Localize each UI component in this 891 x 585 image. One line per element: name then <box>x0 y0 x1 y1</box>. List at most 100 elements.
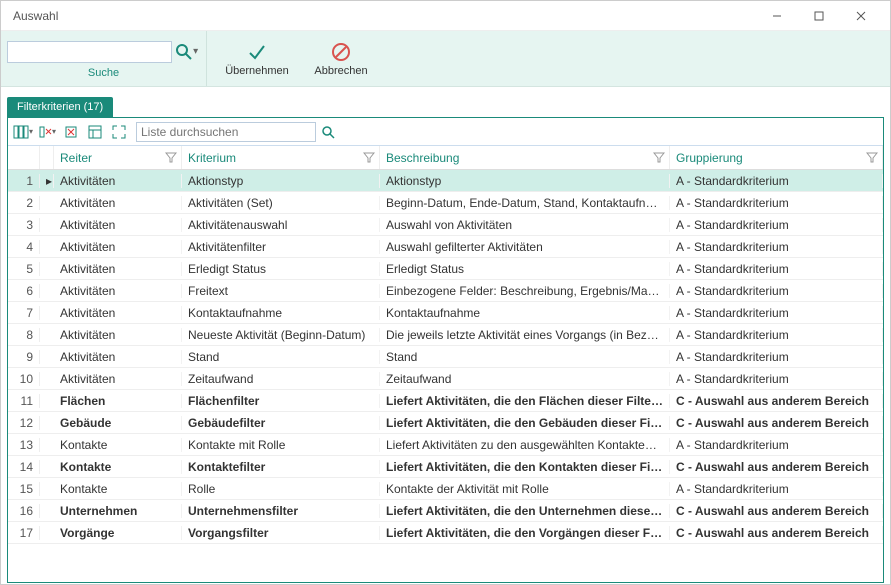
cell-kriterium: Kontaktefilter <box>182 460 380 474</box>
cancel-label: Abbrechen <box>314 65 367 77</box>
cell-reiter: Vorgänge <box>54 526 182 540</box>
table-row[interactable]: 13KontakteKontakte mit RolleLiefert Akti… <box>8 434 883 456</box>
search-group: ▾ Suche <box>1 31 207 86</box>
table-row[interactable]: 6AktivitätenFreitextEinbezogene Felder: … <box>8 280 883 302</box>
row-number: 7 <box>8 306 40 320</box>
cell-kriterium: Kontakte mit Rolle <box>182 438 380 452</box>
table-row[interactable]: 14 KontakteKontaktefilterLiefert Aktivitä… <box>8 456 883 478</box>
close-button[interactable] <box>840 3 882 29</box>
accept-label: Übernehmen <box>225 65 289 77</box>
cell-kriterium: Gebäudefilter <box>182 416 380 430</box>
row-number: 1 <box>8 174 40 188</box>
cell-reiter: Kontakte <box>54 460 182 474</box>
cell-kriterium: Freitext <box>182 284 380 298</box>
table-row[interactable]: 7AktivitätenKontaktaufnahmeKontaktaufnah… <box>8 302 883 324</box>
row-number: 4 <box>8 240 40 254</box>
cell-gruppierung: A - Standardkriterium <box>670 218 883 232</box>
cell-gruppierung: A - Standardkriterium <box>670 284 883 298</box>
row-number: 17 <box>8 526 40 540</box>
cell-beschreibung: Liefert Aktivitäten zu den ausgewählten … <box>380 438 670 452</box>
row-number: 15 <box>8 482 40 496</box>
cell-gruppierung: A - Standardkriterium <box>670 372 883 386</box>
layout-icon[interactable] <box>84 121 106 143</box>
row-number: 9 <box>8 350 40 364</box>
cell-reiter: Aktivitäten <box>54 262 182 276</box>
row-number: 3 <box>8 218 40 232</box>
table-row[interactable]: 9AktivitätenStandStandA - Standardkriter… <box>8 346 883 368</box>
cell-beschreibung: Einbezogene Felder: Beschreibung, Ergebn… <box>380 284 670 298</box>
cell-gruppierung: A - Standardkriterium <box>670 350 883 364</box>
search-dropdown-icon[interactable]: ▾ <box>193 46 200 57</box>
header-beschreibung[interactable]: Beschreibung <box>380 146 670 169</box>
grid-search-input[interactable] <box>136 122 316 142</box>
header-beschreibung-label: Beschreibung <box>386 151 459 165</box>
cell-beschreibung: Liefert Aktivitäten, die den Kontakten d… <box>380 460 670 474</box>
maximize-button[interactable] <box>798 3 840 29</box>
cell-beschreibung: Liefert Aktivitäten, die den Vorgängen d… <box>380 526 670 540</box>
filter-icon[interactable] <box>363 151 375 163</box>
filter-icon[interactable] <box>653 151 665 163</box>
tab-filterkriterien[interactable]: Filterkriterien (17) <box>7 97 113 117</box>
header-kriterium-label: Kriterium <box>188 151 236 165</box>
accept-button[interactable]: Übernehmen <box>215 31 299 86</box>
table-row[interactable]: 5AktivitätenErledigt StatusErledigt Stat… <box>8 258 883 280</box>
cell-beschreibung: Zeitaufwand <box>380 372 670 386</box>
table-row[interactable]: 11FlächenFlächenfilterLiefert Aktivitäte… <box>8 390 883 412</box>
cell-kriterium: Vorgangsfilter <box>182 526 380 540</box>
cell-reiter: Unternehmen <box>54 504 182 518</box>
table-row[interactable]: 3AktivitätenAktivitätenauswahlAuswahl vo… <box>8 214 883 236</box>
minimize-button[interactable] <box>756 3 798 29</box>
cell-reiter: Aktivitäten <box>54 196 182 210</box>
cell-kriterium: Unternehmensfilter <box>182 504 380 518</box>
cell-beschreibung: Kontaktaufnahme <box>380 306 670 320</box>
cancel-icon <box>330 41 352 63</box>
grid-body[interactable]: 1▸AktivitätenAktionstypAktionstypA - Sta… <box>8 170 883 582</box>
cell-gruppierung: A - Standardkriterium <box>670 174 883 188</box>
grid-search-icon[interactable] <box>318 125 338 139</box>
table-row[interactable]: 15KontakteRolleKontakte der Aktivität mi… <box>8 478 883 500</box>
cell-kriterium: Flächenfilter <box>182 394 380 408</box>
cell-reiter: Kontakte <box>54 438 182 452</box>
grid: ▾ ▾ Reiter Kriterium Beschreibung Gruppi… <box>7 117 884 583</box>
table-row[interactable]: 2AktivitätenAktivitäten (Set)Beginn-Datu… <box>8 192 883 214</box>
columns-icon[interactable]: ▾ <box>12 121 34 143</box>
tab-strip: Filterkriterien (17) <box>7 93 884 117</box>
row-number: 14 <box>8 460 40 474</box>
expand-icon[interactable] <box>108 121 130 143</box>
remove-column-icon[interactable]: ▾ <box>36 121 58 143</box>
cancel-button[interactable]: Abbrechen <box>299 31 383 86</box>
cell-gruppierung: A - Standardkriterium <box>670 196 883 210</box>
search-input[interactable] <box>7 41 172 63</box>
cell-reiter: Aktivitäten <box>54 284 182 298</box>
header-reiter[interactable]: Reiter <box>54 146 182 169</box>
row-number: 2 <box>8 196 40 210</box>
toolbar: ▾ Suche Übernehmen Abbrechen <box>1 31 890 87</box>
cell-gruppierung: A - Standardkriterium <box>670 328 883 342</box>
cell-beschreibung: Kontakte der Aktivität mit Rolle <box>380 482 670 496</box>
cell-gruppierung: A - Standardkriterium <box>670 438 883 452</box>
table-row[interactable]: 10AktivitätenZeitaufwandZeitaufwandA - S… <box>8 368 883 390</box>
cell-kriterium: Zeitaufwand <box>182 372 380 386</box>
cell-reiter: Aktivitäten <box>54 306 182 320</box>
header-gruppierung[interactable]: Gruppierung <box>670 146 883 169</box>
filter-icon[interactable] <box>866 151 878 163</box>
filter-icon[interactable] <box>165 151 177 163</box>
table-row[interactable]: 4AktivitätenAktivitätenfilterAuswahl gef… <box>8 236 883 258</box>
grid-header: Reiter Kriterium Beschreibung Gruppierun… <box>8 146 883 170</box>
table-row[interactable]: 16UnternehmenUnternehmensfilterLiefert A… <box>8 500 883 522</box>
cell-reiter: Kontakte <box>54 482 182 496</box>
cell-beschreibung: Die jeweils letzte Aktivität eines Vorga… <box>380 328 670 342</box>
table-row[interactable]: 8AktivitätenNeueste Aktivität (Beginn-Da… <box>8 324 883 346</box>
header-rownum <box>8 146 40 169</box>
search-icon[interactable] <box>174 39 193 65</box>
table-row[interactable]: 17 VorgängeVorgangsfilterLiefert Aktivitä… <box>8 522 883 544</box>
header-kriterium[interactable]: Kriterium <box>182 146 380 169</box>
cell-beschreibung: Aktionstyp <box>380 174 670 188</box>
cell-beschreibung: Auswahl gefilterter Aktivitäten <box>380 240 670 254</box>
cell-gruppierung: A - Standardkriterium <box>670 240 883 254</box>
table-row[interactable]: 12GebäudeGebäudefilterLiefert Aktivitäte… <box>8 412 883 434</box>
cell-gruppierung: A - Standardkriterium <box>670 482 883 496</box>
table-row[interactable]: 1▸AktivitätenAktionstypAktionstypA - Sta… <box>8 170 883 192</box>
export-icon[interactable] <box>60 121 82 143</box>
row-pointer-icon: ▸ <box>40 174 54 188</box>
